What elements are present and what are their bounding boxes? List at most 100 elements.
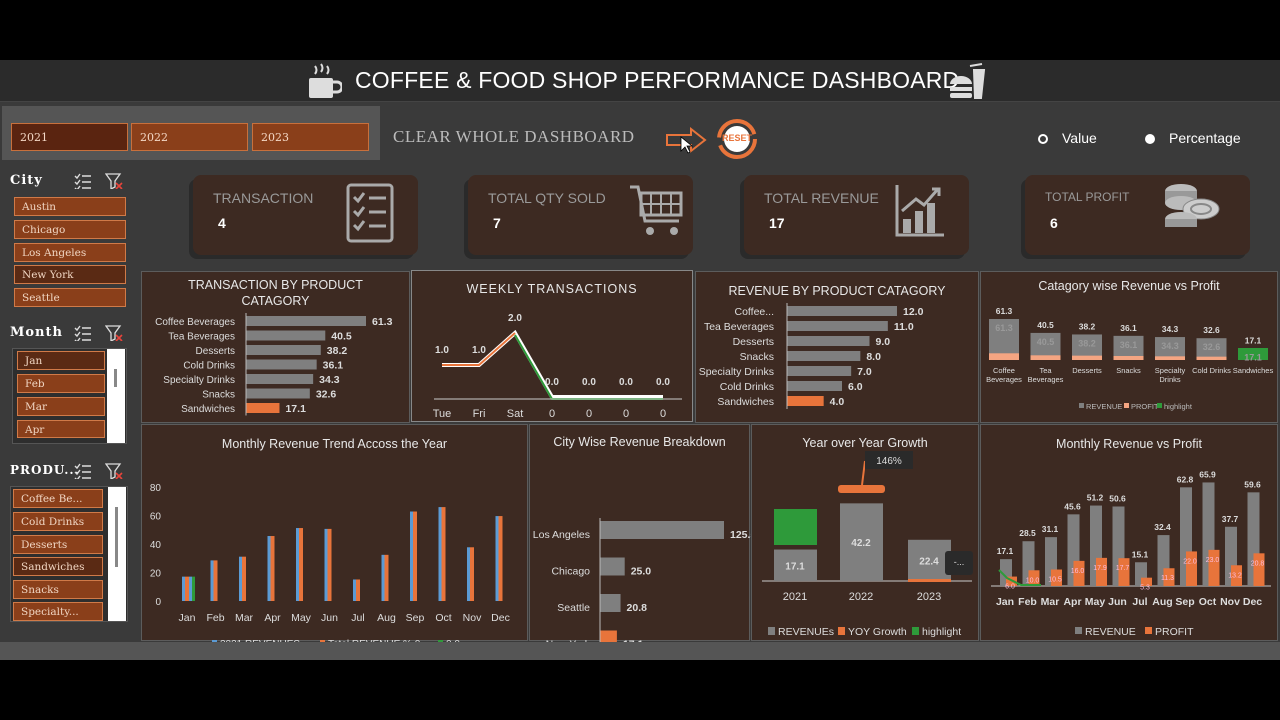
month-item-jan[interactable]: Jan (17, 351, 105, 370)
legend-swatch (1124, 403, 1129, 408)
scroll-thumb[interactable] (115, 507, 118, 567)
category-label: Snacks (740, 351, 774, 363)
year-button-2021[interactable]: 2021 (11, 123, 128, 151)
revenue-label: 15.1 (1132, 549, 1149, 559)
tick-label: 40 (150, 540, 162, 551)
legend-swatch (1075, 627, 1082, 634)
profit-label: 20.8 (1251, 560, 1265, 567)
reset-button[interactable]: RESET (714, 116, 760, 162)
legend-label: REVENUEs (778, 626, 834, 638)
revenue-label: 50.6 (1109, 493, 1126, 503)
multi-select-icon[interactable] (74, 325, 92, 341)
bar-2021 (381, 554, 385, 601)
month-item-mar[interactable]: Mar (17, 397, 105, 416)
year-slicer: 2021 2022 2023 (2, 106, 380, 160)
category-label: 2022 (849, 591, 873, 603)
multi-select-icon[interactable] (74, 463, 92, 479)
percentage-radio[interactable]: Percentage (1145, 130, 1241, 146)
month-slicer: Month Jan Feb Mar Apr (2, 320, 135, 448)
bar-total-revenue (441, 507, 446, 601)
dashboard: COFFEE & FOOD SHOP PERFORMANCE DASHBOARD… (0, 60, 1280, 660)
value-radio-label: Value (1062, 130, 1097, 146)
clear-dashboard-label[interactable]: CLEAR WHOLE DASHBOARD (393, 127, 635, 147)
year-button-2023[interactable]: 2023 (252, 123, 369, 151)
scroll-thumb[interactable] (114, 369, 117, 387)
data-label: 17.1 (285, 403, 306, 415)
product-item-cold-drinks[interactable]: Cold Drinks (13, 512, 103, 531)
category-label: Jun (1108, 596, 1127, 608)
monthly-trend-chart: 0 20 40 60 80 Jan Feb Mar Apr May Jun Jul Aug Sep Oct N… (150, 483, 510, 642)
product-slicer-title: PRODU... (10, 463, 80, 477)
category-label: Cold Drinks (720, 381, 774, 393)
value-radio[interactable]: Value (1038, 130, 1097, 146)
monthly-trend-panel: Monthly Revenue Trend Accoss the Year 02… (141, 424, 528, 642)
title-bar: COFFEE & FOOD SHOP PERFORMANCE DASHBOARD (0, 60, 1280, 102)
kpi-total-qty: TOTAL QTY SOLD 7 (468, 175, 693, 255)
product-item-sandwiches[interactable]: Sandwiches (13, 557, 103, 576)
bar-2021 (438, 507, 442, 601)
category-label: Beverages (1028, 375, 1064, 384)
legend-swatch (912, 627, 919, 635)
product-item-snacks[interactable]: Snacks (13, 580, 103, 599)
profit-bar (1113, 355, 1144, 360)
revenue-label: 28.5 (1019, 528, 1036, 538)
profit-label: 10.0 (1026, 577, 1040, 584)
category-label: Jun (321, 612, 338, 624)
category-label: Jul (351, 612, 364, 624)
data-label: 12.0 (903, 306, 924, 318)
city-item-chicago[interactable]: Chicago (14, 220, 126, 239)
clear-filter-icon[interactable] (105, 463, 123, 479)
category-label: Feb (1018, 596, 1037, 608)
legend-label: PROFIT (1155, 626, 1194, 638)
legend-label: REVENUE (1085, 626, 1136, 638)
bar-2021 (239, 556, 242, 601)
city-revenue-chart: Los Angeles125.5Chicago25.0Seattle20.8Ne… (533, 518, 751, 642)
data-label: 2.0 (508, 313, 522, 324)
bar-total-revenue (384, 554, 389, 601)
kpi-transaction: TRANSACTION 4 (193, 175, 418, 255)
profit-bar (1072, 355, 1102, 360)
category-label: Oct (435, 612, 451, 624)
bar (600, 594, 621, 612)
bar (787, 321, 888, 331)
city-item-seattle[interactable]: Seattle (14, 288, 126, 307)
reset-label: RESET (721, 133, 752, 143)
data-label: 34.3 (1162, 324, 1179, 334)
revenue-label: 37.7 (1222, 514, 1239, 524)
month-item-feb[interactable]: Feb (17, 374, 105, 393)
clear-filter-icon[interactable] (105, 173, 123, 189)
month-scrollbar[interactable] (107, 349, 125, 443)
radio-unselected-icon (1038, 134, 1048, 144)
bar (787, 306, 897, 316)
profit-label: 10.5 (1048, 577, 1062, 584)
revenue-label: 45.6 (1064, 501, 1081, 511)
product-item-coffee[interactable]: Coffee Be... (13, 489, 103, 508)
profit-bar (989, 353, 1019, 360)
series-line-segment (514, 334, 663, 400)
data-label: 17.1 (1245, 336, 1262, 346)
category-label: Desserts (196, 346, 235, 357)
transaction-by-product-panel: TRANSACTION BY PRODUCT CATAGORY Coffee B… (141, 271, 410, 423)
category-label: 0 (549, 408, 555, 420)
product-item-desserts[interactable]: Desserts (13, 535, 103, 554)
category-label: 2021 (783, 591, 807, 603)
legend-swatch (838, 627, 845, 635)
city-item-new-york[interactable]: New York (14, 265, 126, 284)
product-item-specialty[interactable]: Specialty... (13, 602, 103, 621)
clear-filter-icon[interactable] (105, 325, 123, 341)
city-item-austin[interactable]: Austin (14, 197, 126, 216)
city-item-los-angeles[interactable]: Los Angeles (14, 243, 126, 262)
profit-bar (1196, 356, 1227, 360)
revenue-label: 59.6 (1244, 479, 1261, 489)
month-item-apr[interactable]: Apr (17, 420, 105, 438)
kpi-label: TOTAL PROFIT (1045, 190, 1130, 204)
bar (787, 351, 861, 361)
legend-label: highlight (1164, 402, 1193, 411)
data-label: 38.2 (327, 345, 348, 357)
bar-growth-icon (895, 185, 944, 237)
product-scrollbar[interactable] (108, 487, 126, 621)
year-button-2022[interactable]: 2022 (131, 123, 248, 151)
multi-select-icon[interactable] (74, 173, 92, 189)
legend-label: YOY Growth (848, 626, 907, 638)
category-label: Sandwiches (717, 396, 774, 408)
